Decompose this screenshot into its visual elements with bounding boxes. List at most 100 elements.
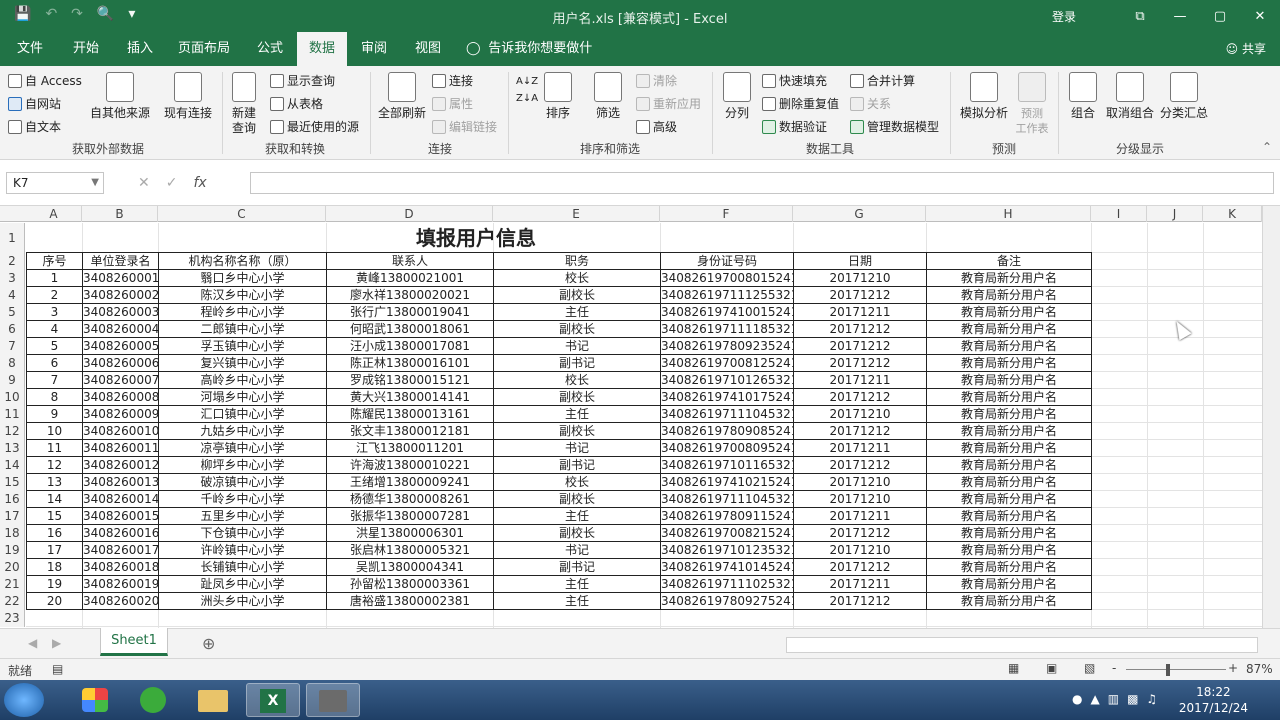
table-cell[interactable]: 教育局新分用户名 bbox=[927, 576, 1092, 593]
row-header[interactable]: 5 bbox=[0, 304, 25, 321]
header-cell[interactable]: 身份证号码 bbox=[661, 253, 794, 270]
table-cell[interactable]: 校长 bbox=[494, 372, 661, 389]
ungroup-button[interactable]: 取消组合 bbox=[1104, 72, 1156, 121]
table-cell[interactable]: 1 bbox=[27, 270, 83, 287]
table-cell[interactable]: 340826197410145241 bbox=[661, 559, 794, 576]
table-cell[interactable]: 13 bbox=[27, 474, 83, 491]
normal-view-icon[interactable]: ▦ bbox=[1008, 661, 1019, 675]
row-header[interactable]: 11 bbox=[0, 406, 25, 423]
zoom-level[interactable]: 87% bbox=[1246, 662, 1273, 676]
table-cell[interactable]: 教育局新分用户名 bbox=[927, 491, 1092, 508]
tray-shield-icon[interactable]: ▲ bbox=[1090, 692, 1099, 706]
table-cell[interactable]: 教育局新分用户名 bbox=[927, 355, 1092, 372]
insert-function-icon[interactable]: fx bbox=[193, 175, 206, 191]
table-cell[interactable]: 教育局新分用户名 bbox=[927, 457, 1092, 474]
table-cell[interactable]: 16 bbox=[27, 525, 83, 542]
table-cell[interactable]: 20171211 bbox=[794, 440, 927, 457]
filter-button[interactable]: 筛选 bbox=[588, 72, 628, 121]
next-sheet-icon[interactable]: ▶ bbox=[52, 636, 61, 650]
edit-links-button[interactable]: 编辑链接 bbox=[432, 118, 497, 135]
add-sheet-icon[interactable]: ⊕ bbox=[202, 634, 215, 653]
relationships-button[interactable]: 关系 bbox=[850, 95, 891, 112]
header-cell[interactable]: 机构名称名称（原） bbox=[159, 253, 327, 270]
table-cell[interactable]: 高岭乡中心小学 bbox=[159, 372, 327, 389]
table-cell[interactable]: 副书记 bbox=[494, 559, 661, 576]
table-cell[interactable]: 吴凯13800004341 bbox=[327, 559, 494, 576]
table-cell[interactable]: 14 bbox=[27, 491, 83, 508]
horizontal-scrollbar[interactable] bbox=[786, 637, 1258, 653]
table-cell[interactable]: 20171210 bbox=[794, 474, 927, 491]
connections-button[interactable]: 连接 bbox=[432, 72, 473, 89]
table-cell[interactable]: 20171212 bbox=[794, 525, 927, 542]
table-cell[interactable]: 杨德华13800008261 bbox=[327, 491, 494, 508]
new-query-button[interactable]: 新建 查询 bbox=[226, 72, 262, 136]
column-header[interactable]: G bbox=[793, 206, 926, 222]
table-cell[interactable]: 3408260017 bbox=[83, 542, 159, 559]
table-cell[interactable]: 20171212 bbox=[794, 457, 927, 474]
table-cell[interactable]: 江飞13800011201 bbox=[327, 440, 494, 457]
table-cell[interactable]: 五里乡中心小学 bbox=[159, 508, 327, 525]
vertical-scrollbar[interactable] bbox=[1262, 206, 1280, 628]
table-cell[interactable]: 副校长 bbox=[494, 423, 661, 440]
tray-volume-icon[interactable]: ♫ bbox=[1146, 692, 1157, 706]
table-cell[interactable]: 11 bbox=[27, 440, 83, 457]
table-cell[interactable]: 孙留松13800003361 bbox=[327, 576, 494, 593]
taskbar-browser[interactable] bbox=[126, 683, 180, 717]
start-button[interactable] bbox=[4, 683, 44, 717]
show-queries-button[interactable]: 显示查询 bbox=[270, 72, 335, 89]
zoom-out-button[interactable]: - bbox=[1112, 661, 1116, 675]
name-box-dropdown-icon[interactable]: ▼ bbox=[91, 173, 99, 193]
tab-view[interactable]: 视图 bbox=[412, 32, 444, 66]
properties-button[interactable]: 属性 bbox=[432, 95, 473, 112]
table-cell[interactable]: 千岭乡中心小学 bbox=[159, 491, 327, 508]
table-cell[interactable]: 破凉镇中心小学 bbox=[159, 474, 327, 491]
minimize-button[interactable]: — bbox=[1160, 9, 1200, 24]
table-cell[interactable]: 黄大兴13800014141 bbox=[327, 389, 494, 406]
table-cell[interactable]: 副校长 bbox=[494, 525, 661, 542]
table-cell[interactable]: 10 bbox=[27, 423, 83, 440]
table-cell[interactable]: 程岭乡中心小学 bbox=[159, 304, 327, 321]
reapply-button[interactable]: 重新应用 bbox=[636, 95, 701, 112]
table-cell[interactable]: 校长 bbox=[494, 270, 661, 287]
table-cell[interactable]: 20171212 bbox=[794, 287, 927, 304]
recent-sources-button[interactable]: 最近使用的源 bbox=[270, 118, 359, 135]
manage-data-model-button[interactable]: 管理数据模型 bbox=[850, 118, 939, 135]
row-header[interactable]: 9 bbox=[0, 372, 25, 389]
table-cell[interactable]: 校长 bbox=[494, 474, 661, 491]
table-cell[interactable]: 主任 bbox=[494, 576, 661, 593]
table-cell[interactable]: 长铺镇中心小学 bbox=[159, 559, 327, 576]
refresh-all-button[interactable]: 全部刷新 bbox=[374, 72, 430, 121]
sort-az-buttons[interactable]: A↓Z Z↓A bbox=[516, 76, 538, 104]
table-cell[interactable]: 凉亭镇中心小学 bbox=[159, 440, 327, 457]
data-validation-button[interactable]: 数据验证 bbox=[762, 118, 827, 135]
table-cell[interactable]: 340826197111045321 bbox=[661, 491, 794, 508]
row-header[interactable]: 21 bbox=[0, 576, 25, 593]
table-cell[interactable]: 许岭镇中心小学 bbox=[159, 542, 327, 559]
table-cell[interactable]: 3408260011 bbox=[83, 440, 159, 457]
table-cell[interactable]: 廖水祥13800020021 bbox=[327, 287, 494, 304]
tab-page-layout[interactable]: 页面布局 bbox=[176, 32, 232, 66]
table-cell[interactable]: 340826197111025321 bbox=[661, 576, 794, 593]
flash-fill-button[interactable]: 快速填充 bbox=[762, 72, 827, 89]
from-text-button[interactable]: 自文本 bbox=[8, 118, 61, 135]
table-cell[interactable]: 复兴镇中心小学 bbox=[159, 355, 327, 372]
row-header[interactable]: 14 bbox=[0, 457, 25, 474]
name-box[interactable]: K7 ▼ bbox=[6, 172, 104, 194]
table-cell[interactable]: 20171212 bbox=[794, 593, 927, 610]
table-cell[interactable]: 340826197008015241 bbox=[661, 270, 794, 287]
tab-home[interactable]: 开始 bbox=[70, 32, 102, 66]
table-cell[interactable]: 340826197111255321 bbox=[661, 287, 794, 304]
cancel-icon[interactable]: ✕ bbox=[138, 175, 150, 191]
table-cell[interactable]: 5 bbox=[27, 338, 83, 355]
page-layout-view-icon[interactable]: ▣ bbox=[1046, 661, 1057, 675]
table-cell[interactable]: 20171212 bbox=[794, 355, 927, 372]
table-cell[interactable]: 教育局新分用户名 bbox=[927, 508, 1092, 525]
table-cell[interactable]: 9 bbox=[27, 406, 83, 423]
table-cell[interactable]: 340826197410015241 bbox=[661, 304, 794, 321]
table-cell[interactable]: 教育局新分用户名 bbox=[927, 338, 1092, 355]
table-cell[interactable]: 教育局新分用户名 bbox=[927, 525, 1092, 542]
maximize-button[interactable]: ▢ bbox=[1200, 9, 1240, 24]
table-cell[interactable]: 书记 bbox=[494, 338, 661, 355]
tab-insert[interactable]: 插入 bbox=[124, 32, 156, 66]
text-to-columns-button[interactable]: 分列 bbox=[718, 72, 756, 121]
